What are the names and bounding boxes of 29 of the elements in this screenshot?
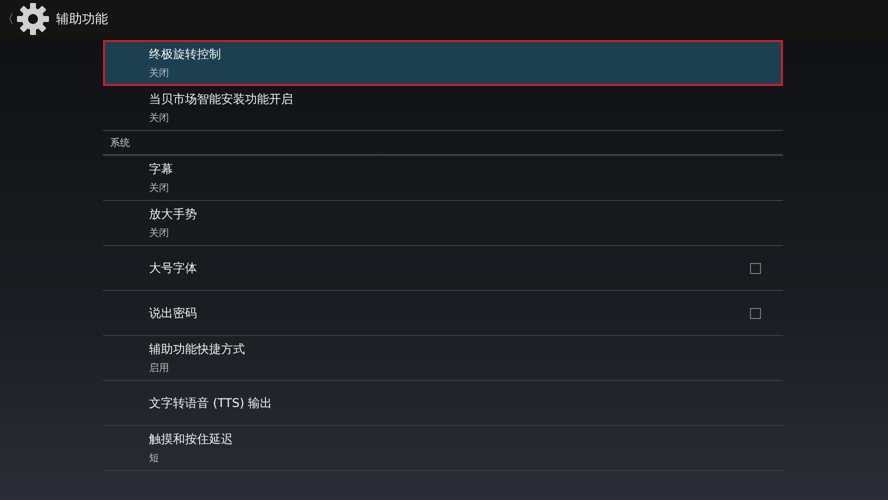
item-title: 触摸和按住延迟 <box>149 431 233 448</box>
item-summary: 关闭 <box>149 226 170 240</box>
settings-item[interactable]: 辅助功能快捷方式 启用 <box>103 336 783 381</box>
item-title: 大号字体 <box>149 260 197 276</box>
item-title: 文字转语音 (TTS) 输出 <box>149 394 272 412</box>
item-summary: 启用 <box>149 362 170 375</box>
settings-item[interactable]: 触摸和按住延迟 短 <box>103 426 783 471</box>
settings-item[interactable]: 放大手势 关闭 <box>103 201 783 246</box>
item-summary: 关闭 <box>149 66 170 80</box>
settings-item[interactable]: 字幕 关闭 <box>103 156 783 201</box>
item-summary: 短 <box>149 452 160 465</box>
item-summary: 关闭 <box>149 182 170 195</box>
section-heading: 系统 <box>103 131 783 156</box>
item-title: 终极旋转控制 <box>149 46 221 63</box>
item-title: 字幕 <box>149 161 173 178</box>
item-title: 当贝市场智能安装功能开启 <box>149 91 293 108</box>
item-title: 放大手势 <box>149 206 197 223</box>
settings-item[interactable]: 说出密码 <box>103 291 783 336</box>
item-title: 辅助功能快捷方式 <box>149 341 245 358</box>
item-summary: 关闭 <box>149 112 170 125</box>
settings-item[interactable]: 终极旋转控制 关闭 <box>103 40 783 86</box>
back-button[interactable]: 〈 <box>2 10 14 28</box>
settings-item[interactable]: 文字转语音 (TTS) 输出 <box>103 381 783 426</box>
checkbox[interactable] <box>750 262 761 274</box>
item-title: 说出密码 <box>149 304 197 322</box>
settings-item[interactable]: 大号字体 <box>103 246 783 291</box>
settings-item[interactable]: 当贝市场智能安装功能开启 关闭 <box>103 86 783 131</box>
checkbox[interactable] <box>750 308 761 318</box>
window-title: 辅助功能 <box>56 11 108 28</box>
